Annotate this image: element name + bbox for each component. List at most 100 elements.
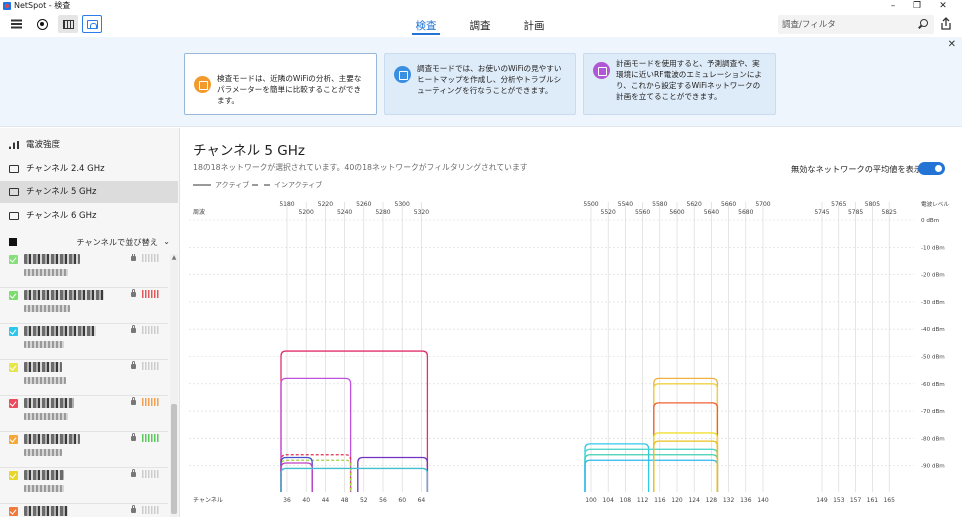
- sidebar-item-label: チャンネル 2.4 GHz: [26, 164, 105, 174]
- network-mac-redacted: [24, 305, 70, 312]
- network-checkbox[interactable]: [9, 291, 18, 300]
- plan-mode-card[interactable]: 計画モードを使用すると、予測調査や、実環境に近いRF電波のエミュレーションにより…: [583, 53, 776, 115]
- tab-plan[interactable]: 計画: [522, 18, 546, 33]
- network-checkbox[interactable]: [9, 435, 18, 444]
- network-signal-curve: [280, 467, 429, 492]
- survey-mode-card[interactable]: 調査モードでは、お使いのWiFiの見やすいヒートマップを作成し、分析やトラブルシ…: [384, 53, 576, 115]
- sidebar: 電波強度 チャンネル 2.4 GHz チャンネル 5 GHz チャンネル 6 G…: [0, 128, 180, 517]
- network-signal-curve: [653, 402, 719, 492]
- signal-bars-icon: [142, 290, 160, 298]
- network-row[interactable]: [0, 324, 168, 360]
- scroll-up-icon[interactable]: ▲: [170, 254, 178, 261]
- channel-tick-label: 100: [585, 497, 597, 504]
- network-row[interactable]: [0, 468, 168, 504]
- menu-button[interactable]: [6, 15, 26, 33]
- signal-bars-icon: [9, 141, 19, 149]
- plan-icon: [593, 62, 610, 79]
- freq-tick-label: 5765: [831, 201, 846, 208]
- channel-chart-icon: [9, 165, 19, 173]
- freq-tick-label: 5660: [721, 201, 736, 208]
- dbm-tick-label: -20 dBm: [921, 273, 945, 279]
- freq-tick-label: 5320: [414, 209, 429, 216]
- network-name-redacted: [24, 326, 96, 336]
- network-name-redacted: [24, 362, 62, 372]
- banner-close-icon[interactable]: ✕: [948, 39, 956, 50]
- channel-tick-label: 52: [360, 497, 368, 504]
- freq-tick-label: 5580: [652, 201, 667, 208]
- dbm-tick-label: 0 dBm: [921, 218, 939, 224]
- avg-toggle-switch[interactable]: [918, 162, 945, 175]
- network-checkbox[interactable]: [9, 471, 18, 480]
- search-icon[interactable]: [920, 19, 928, 27]
- freq-tick-label: 5280: [375, 209, 390, 216]
- network-checkbox[interactable]: [9, 327, 18, 336]
- channel-tick-label: 128: [706, 497, 718, 504]
- sidebar-item-signal-strength[interactable]: 電波強度: [0, 134, 178, 156]
- freq-tick-label: 5560: [635, 209, 650, 216]
- sort-dropdown[interactable]: チャンネルで並び替え: [76, 232, 158, 252]
- chevron-down-icon[interactable]: ⌄: [163, 232, 170, 252]
- record-button[interactable]: [32, 15, 52, 33]
- minimize-button[interactable]: –: [882, 0, 904, 12]
- chart-view-button[interactable]: [82, 15, 102, 33]
- freq-tick-label: 5300: [395, 201, 410, 208]
- network-signal-curve: [653, 432, 719, 492]
- share-icon[interactable]: [938, 16, 954, 32]
- sidebar-item-channel-24[interactable]: チャンネル 2.4 GHz: [0, 158, 178, 180]
- channel-tick-label: 165: [883, 497, 895, 504]
- channel-tick-label: 44: [322, 497, 330, 504]
- network-checkbox[interactable]: [9, 507, 18, 516]
- select-all-checkbox[interactable]: [9, 238, 17, 246]
- channel-tick-label: 149: [816, 497, 828, 504]
- scrollbar-thumb[interactable]: [171, 404, 177, 514]
- search-input[interactable]: [782, 18, 912, 31]
- survey-card-text: 調査モードでは、お使いのWiFiの見やすいヒートマップを作成し、分析やトラブルシ…: [417, 64, 562, 95]
- freq-tick-label: 5785: [848, 209, 863, 216]
- legend-active-label: アクティブ: [215, 181, 250, 189]
- network-row[interactable]: [0, 254, 168, 288]
- network-row[interactable]: [0, 288, 168, 324]
- info-banner: ✕ 検査モードは、近隣のWiFiの分析、主要なパラメーターを簡単に比較することが…: [0, 37, 962, 127]
- freq-tick-label: 5745: [814, 209, 829, 216]
- freq-tick-label: 5500: [583, 201, 598, 208]
- freq-tick-label: 5680: [738, 209, 753, 216]
- channel-tick-label: 153: [833, 497, 845, 504]
- network-row[interactable]: [0, 432, 168, 468]
- channel-tick-label: 56: [379, 497, 387, 504]
- close-button[interactable]: ✕: [932, 0, 954, 12]
- freq-tick-label: 5180: [279, 201, 294, 208]
- freq-tick-label: 5540: [618, 201, 633, 208]
- x-axis-label: チャンネル: [193, 497, 223, 504]
- restore-button[interactable]: ❐: [906, 0, 928, 12]
- network-list-scrollbar[interactable]: ▲: [170, 254, 178, 517]
- network-checkbox[interactable]: [9, 363, 18, 372]
- tab-survey[interactable]: 調査: [468, 18, 492, 33]
- network-signal-curve: [280, 459, 352, 492]
- network-mac-redacted: [24, 485, 64, 492]
- signal-bars-icon: [142, 506, 160, 514]
- inspect-mode-card[interactable]: 検査モードは、近隣のWiFiの分析、主要なパラメーターを簡単に比較することができ…: [184, 53, 377, 115]
- network-row[interactable]: [0, 504, 168, 517]
- channel-tick-label: 112: [637, 497, 649, 504]
- channel-tick-label: 60: [398, 497, 406, 504]
- network-row[interactable]: [0, 396, 168, 432]
- freq-tick-label: 5600: [669, 209, 684, 216]
- sidebar-item-channel-5[interactable]: チャンネル 5 GHz: [0, 181, 178, 203]
- tab-inspect[interactable]: 検査: [414, 18, 438, 33]
- freq-tick-label: 5620: [687, 201, 702, 208]
- network-row[interactable]: [0, 360, 168, 396]
- channel-chart: 0 dBm -10 dBm -20 dBm -30 dBm -40 dBm -50 dBm…: [189, 200, 949, 504]
- network-mac-redacted: [24, 341, 64, 348]
- freq-tick-label: 5805: [865, 201, 880, 208]
- network-signal-curve: [653, 377, 719, 492]
- network-checkbox[interactable]: [9, 255, 18, 264]
- sidebar-item-channel-6[interactable]: チャンネル 6 GHz: [0, 205, 178, 227]
- dbm-tick-label: -60 dBm: [921, 382, 945, 388]
- table-view-button[interactable]: [58, 15, 78, 33]
- network-checkbox[interactable]: [9, 399, 18, 408]
- channel-tick-label: 64: [418, 497, 426, 504]
- channel-tick-label: 104: [602, 497, 614, 504]
- signal-bars-icon: [142, 470, 160, 478]
- channel-chart-icon: [9, 212, 19, 220]
- freq-tick-label: 5200: [299, 209, 314, 216]
